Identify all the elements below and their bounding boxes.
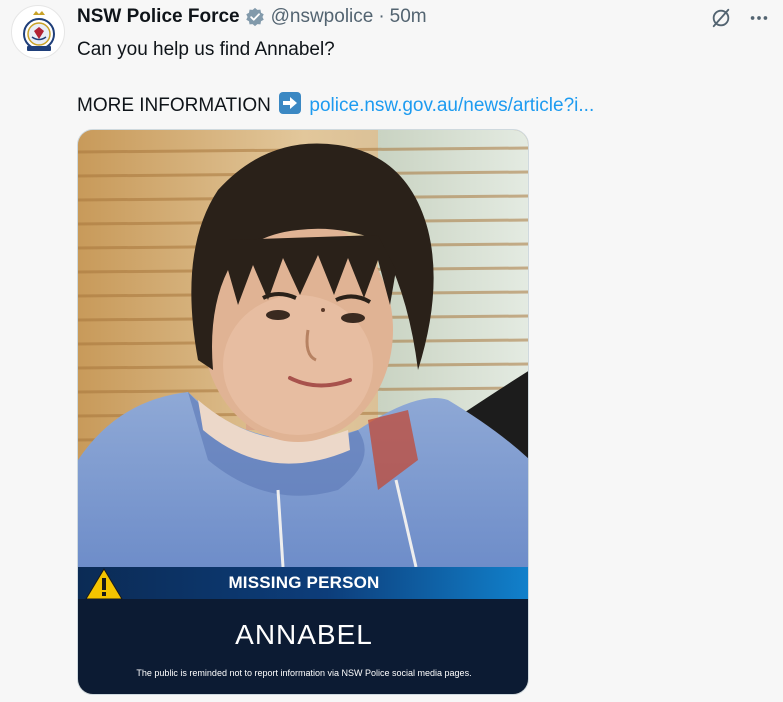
person-name: ANNABEL: [235, 619, 373, 650]
display-name[interactable]: NSW Police Force: [77, 6, 240, 28]
avatar[interactable]: [11, 5, 65, 59]
missing-person-photo: [78, 130, 528, 567]
article-link[interactable]: police.nsw.gov.au/news/article?i...: [309, 95, 594, 116]
grok-icon: [712, 8, 730, 28]
more-info-label: MORE INFORMATION: [77, 95, 271, 116]
banner-title: MISSING PERSON: [228, 573, 380, 592]
nsw-police-crest-icon: [23, 11, 55, 51]
post-header: NSW Police Force @nswpolice · 50m: [77, 5, 427, 29]
more-options-icon: [750, 16, 768, 20]
post-text-line: Can you help us find Annabel?: [77, 39, 335, 60]
handle[interactable]: @nswpolice: [271, 6, 374, 28]
grok-button[interactable]: [709, 6, 733, 30]
disclaimer-text: The public is reminded not to report inf…: [136, 668, 472, 678]
separator-dot: ·: [378, 6, 385, 27]
post-text: Can you help us find Annabel? MORE INFOR…: [77, 36, 767, 120]
timestamp[interactable]: 50m: [390, 6, 427, 28]
right-arrow-emoji-icon: [279, 92, 302, 114]
post-text-more-info: MORE INFORMATION police.nsw.gov.au/news/…: [77, 92, 767, 120]
post-image[interactable]: MISSING PERSON ANNABEL The public is rem…: [77, 129, 529, 695]
more-options-button[interactable]: [747, 6, 771, 30]
verified-badge-icon: [245, 7, 264, 27]
post-actions-top: [709, 6, 771, 30]
